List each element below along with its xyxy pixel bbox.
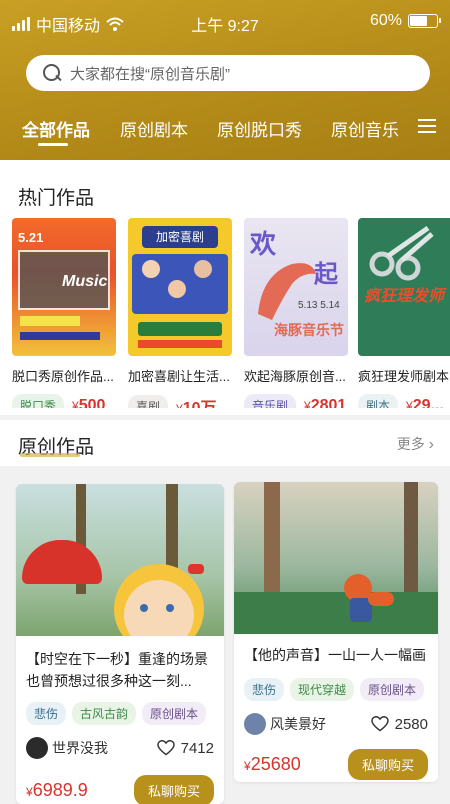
card-tag: 现代穿越 — [290, 678, 355, 701]
user-name[interactable]: 风美景好 — [270, 714, 326, 734]
likes[interactable]: 7412 — [156, 739, 214, 757]
card-tag: 悲伤 — [26, 702, 67, 725]
hot-item[interactable]: 疯狂理发师 疯狂理发师剧本 剧本 ¥29... — [358, 218, 450, 408]
search-placeholder: 大家都在搜“原创音乐剧” — [70, 65, 230, 83]
card-artwork — [234, 482, 438, 634]
hot-item-price: ¥10万 — [176, 394, 217, 408]
original-card[interactable]: 【时空在下一秒】重逢的场景也曾预想过很多种这一刻... 悲伤 古风古韵 原创剧本… — [16, 484, 224, 804]
poster-image: 疯狂理发师 — [358, 218, 450, 356]
card-tag: 原创剧本 — [142, 702, 207, 725]
status-bar: 中国移动 上午 9:27 60% — [0, 0, 450, 44]
likes-count: 2580 — [394, 715, 428, 733]
avatar[interactable] — [26, 737, 48, 759]
hot-item[interactable]: 加密喜剧 加密喜剧让生活... 喜剧 ¥10万 — [128, 218, 232, 408]
tab-original-script[interactable]: 原创剧本 — [120, 116, 188, 141]
card-price: ¥6989.9 — [26, 780, 88, 800]
likes-count: 7412 — [180, 739, 214, 757]
hot-item-price: ¥2801 — [304, 396, 347, 409]
category-tabs: 全部作品 原创剧本 原创脱口秀 原创音乐 — [0, 116, 450, 156]
hot-item-tag: 喜剧 — [128, 394, 169, 408]
hot-item-title: 脱口秀原创作品... — [12, 369, 114, 384]
hot-item-title: 加密喜剧让生活... — [128, 369, 230, 384]
hot-item-tag: 剧本 — [358, 394, 399, 408]
menu-icon[interactable] — [418, 119, 436, 133]
search-icon — [42, 63, 62, 83]
hot-item[interactable]: 欢 起 海豚音乐节 5.13 5.14 欢起海豚原创音... 音乐剧 ¥2801 — [244, 218, 348, 408]
hot-item-price: ¥29... — [406, 396, 444, 409]
original-section: 原创作品 更多 › 【时空在下一秒】重逢的场景也曾预想过很多种这一刻... 悲伤… — [0, 420, 450, 804]
battery-percent: 60% — [369, 12, 402, 29]
hot-item-tag: 音乐剧 — [244, 394, 297, 408]
heart-icon — [370, 716, 389, 732]
card-tag: 悲伤 — [244, 678, 285, 701]
more-link[interactable]: 更多 › — [397, 434, 434, 454]
tab-all[interactable]: 全部作品 — [22, 116, 90, 141]
hot-item-price: ¥500 — [72, 396, 106, 409]
original-section-header: 原创作品 更多 › — [0, 420, 450, 466]
hot-item-tag: 脱口秀 — [12, 394, 65, 408]
hot-item[interactable]: 5.21 Music 脱口秀原创作品... 脱口秀 ¥500 — [12, 218, 116, 408]
chevron-right-icon: › — [428, 436, 434, 453]
hot-section-title: 热门作品 — [18, 188, 95, 209]
avatar[interactable] — [244, 713, 266, 735]
search-bar[interactable]: 大家都在搜“原创音乐剧” — [26, 55, 430, 91]
card-artwork — [16, 484, 224, 636]
tab-original-standup[interactable]: 原创脱口秀 — [217, 116, 302, 141]
hot-item-title: 疯狂理发师剧本 — [358, 369, 450, 384]
tab-original-music[interactable]: 原创音乐 — [331, 116, 399, 141]
active-tab-indicator — [38, 143, 68, 146]
title-underline — [20, 453, 80, 457]
card-title: 【他的声音】一山一人一幅画 — [244, 647, 426, 663]
header: 中国移动 上午 9:27 60% 大家都在搜“原创音乐剧” 全部作品 原创剧本 … — [0, 0, 450, 160]
original-card[interactable]: 【他的声音】一山一人一幅画 悲伤 现代穿越 原创剧本 风美景好 2580 ¥25… — [234, 482, 438, 782]
hot-section: 热门作品 5.21 Music 脱口秀原创作品... 脱口秀 ¥500 加密喜剧 — [0, 160, 450, 415]
poster-image: 5.21 Music — [12, 218, 116, 356]
battery-icon — [408, 14, 441, 28]
user-name[interactable]: 世界没我 — [52, 738, 108, 758]
card-tag: 古风古韵 — [72, 702, 137, 725]
heart-icon — [156, 740, 175, 756]
card-tag: 原创剧本 — [360, 678, 425, 701]
poster-image: 加密喜剧 — [128, 218, 232, 356]
hot-list: 5.21 Music 脱口秀原创作品... 脱口秀 ¥500 加密喜剧 加密喜剧… — [12, 218, 450, 408]
card-price: ¥25680 — [244, 754, 301, 774]
poster-image: 欢 起 海豚音乐节 5.13 5.14 — [244, 218, 348, 356]
likes[interactable]: 2580 — [370, 715, 428, 733]
card-title: 【时空在下一秒】重逢的场景也曾预想过很多种这一刻... — [26, 651, 208, 689]
hot-item-title: 欢起海豚原创音... — [244, 369, 346, 384]
private-buy-button[interactable]: 私聊购买 — [347, 749, 428, 780]
